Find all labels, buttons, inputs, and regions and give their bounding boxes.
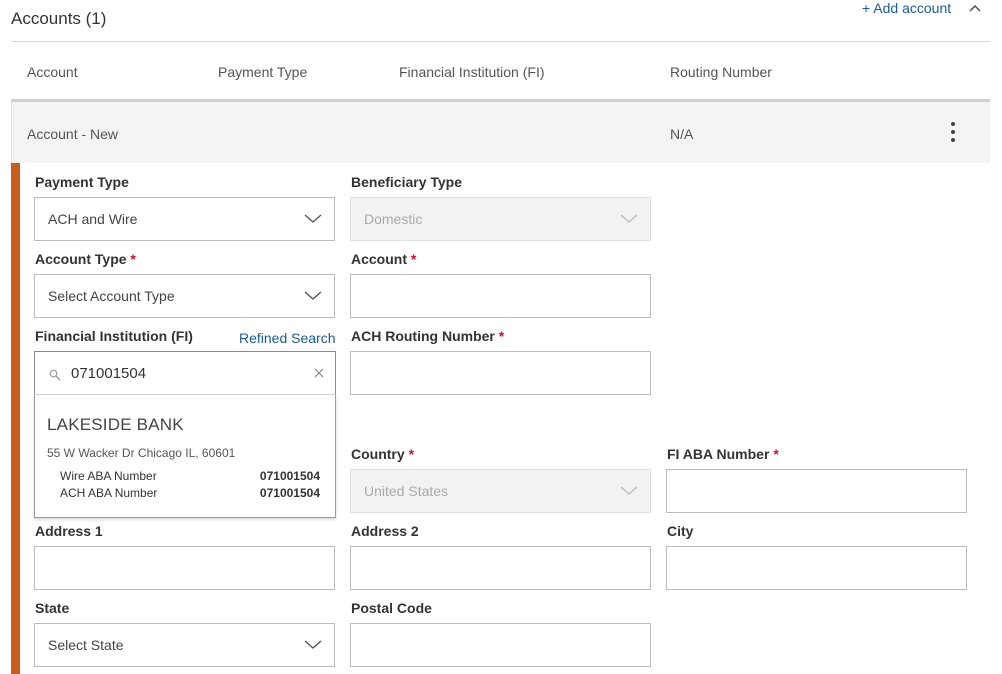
state-label: State	[35, 600, 70, 616]
row-account: Account - New	[27, 126, 119, 142]
column-header-payment-type: Payment Type	[218, 64, 308, 80]
required-marker: *	[498, 328, 505, 344]
city-input[interactable]	[666, 546, 967, 590]
fi-aba-label: FI ABA Number *	[667, 446, 779, 462]
wire-aba-value: 071001504	[259, 469, 320, 483]
fi-label: Financial Institution (FI)	[35, 328, 193, 344]
city-label: City	[667, 523, 694, 539]
state-value: Select State	[48, 637, 124, 653]
account-type-select[interactable]: Select Account Type	[34, 274, 335, 318]
column-header-account: Account	[27, 64, 78, 80]
payment-type-label: Payment Type	[35, 174, 129, 190]
address2-input[interactable]	[350, 546, 651, 590]
search-icon	[49, 369, 61, 381]
suggestion-bank-name[interactable]: LAKESIDE BANK	[47, 415, 184, 435]
row-routing: N/A	[670, 126, 694, 142]
beneficiary-type-label: Beneficiary Type	[351, 174, 463, 190]
postal-code-label: Postal Code	[351, 600, 432, 616]
divider	[11, 41, 990, 42]
address1-input[interactable]	[34, 546, 335, 590]
chevron-down-icon	[620, 214, 638, 223]
edit-accent-bar	[11, 163, 20, 674]
country-label: Country *	[351, 446, 414, 462]
address1-label: Address 1	[35, 523, 103, 539]
fi-search-input[interactable]: 071001504	[34, 351, 336, 395]
account-label: Account *	[351, 251, 416, 267]
required-marker: *	[773, 446, 779, 462]
table-row[interactable]	[11, 102, 990, 163]
payment-type-value: ACH and Wire	[48, 211, 138, 227]
add-account-link[interactable]: + Add account	[862, 0, 951, 16]
account-input[interactable]	[350, 274, 651, 318]
country-value: United States	[364, 483, 449, 499]
ach-aba-value: 071001504	[259, 486, 320, 500]
ach-routing-label: ACH Routing Number *	[351, 328, 504, 344]
beneficiary-type-select: Domestic	[350, 197, 651, 241]
address2-label: Address 2	[351, 523, 419, 539]
chevron-down-icon	[304, 214, 322, 223]
chevron-down-icon	[304, 291, 322, 300]
account-type-label-text: Account Type	[35, 251, 127, 267]
payment-type-select[interactable]: ACH and Wire	[34, 197, 335, 241]
ach-routing-input[interactable]	[350, 351, 651, 395]
required-marker: *	[410, 251, 417, 267]
beneficiary-type-value: Domestic	[364, 211, 423, 227]
suggestion-bank-address: 55 W Wacker Dr Chicago IL, 60601	[47, 446, 236, 460]
column-header-fi: Financial Institution (FI)	[399, 64, 545, 80]
refined-search-link[interactable]: Refined Search	[239, 330, 336, 346]
fi-aba-label-text: FI ABA Number	[667, 446, 770, 462]
chevron-down-icon	[620, 486, 638, 495]
country-label-text: Country	[351, 446, 405, 462]
more-options-icon[interactable]	[943, 122, 963, 148]
ach-aba-label: ACH ABA Number	[60, 486, 158, 500]
ach-routing-label-text: ACH Routing Number	[351, 328, 495, 344]
column-header-routing: Routing Number	[670, 64, 772, 80]
wire-aba-label: Wire ABA Number	[60, 469, 157, 483]
account-label-text: Account	[351, 251, 407, 267]
chevron-up-icon[interactable]	[968, 2, 982, 14]
state-select[interactable]: Select State	[34, 623, 335, 667]
clear-icon[interactable]	[313, 367, 325, 379]
fi-aba-input[interactable]	[666, 469, 967, 513]
account-type-label: Account Type *	[35, 251, 136, 267]
account-type-value: Select Account Type	[48, 288, 175, 304]
fi-search-value: 071001504	[71, 365, 147, 382]
required-marker: *	[130, 251, 136, 267]
country-select: United States	[350, 469, 651, 513]
required-marker: *	[408, 446, 415, 462]
fi-suggestion-dropdown[interactable]: LAKESIDE BANK 55 W Wacker Dr Chicago IL,…	[34, 394, 336, 518]
postal-code-input[interactable]	[350, 623, 651, 667]
chevron-down-icon	[304, 640, 322, 649]
section-title: Accounts (1)	[11, 9, 107, 28]
